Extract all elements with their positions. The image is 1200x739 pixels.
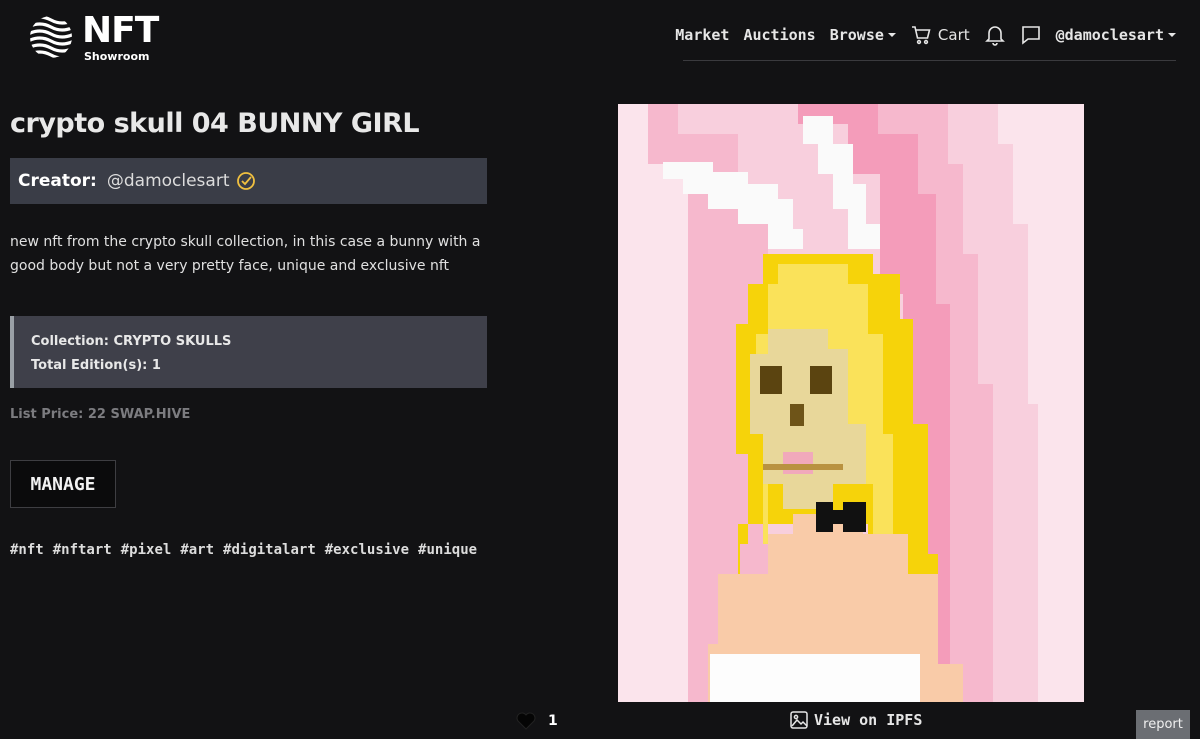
- verified-check-icon: [236, 172, 255, 190]
- nav-divider: [683, 60, 1176, 61]
- nft-title: crypto skull 04 BUNNY GIRL: [10, 108, 420, 139]
- collection-info-box: Collection: CRYPTO SKULLS Total Edition(…: [10, 316, 487, 388]
- creator-bar: Creator: @damoclesart: [10, 158, 487, 204]
- manage-button[interactable]: MANAGE: [10, 460, 116, 508]
- logo-tagline: Showroom: [84, 49, 150, 63]
- user-menu-label: @damoclesart: [1055, 26, 1164, 44]
- view-on-ipfs-link[interactable]: View on IPFS: [790, 711, 922, 729]
- creator-label: Creator:: [18, 171, 97, 191]
- wave-globe-icon: [30, 16, 72, 58]
- tag-link[interactable]: #art: [180, 542, 214, 558]
- tag-link[interactable]: #nft: [10, 542, 44, 558]
- total-editions: Total Edition(s): 1: [31, 358, 161, 373]
- image-icon: [790, 711, 808, 729]
- heart-icon: [516, 712, 536, 730]
- nav-browse-label: Browse: [829, 26, 884, 44]
- report-button[interactable]: report: [1136, 710, 1190, 739]
- nft-artwork-image[interactable]: [618, 104, 1084, 702]
- creator-handle: @damoclesart: [106, 171, 230, 191]
- logo-title: NFT: [82, 9, 159, 51]
- nft-description: new nft from the crypto skull collection…: [10, 234, 481, 274]
- chat-icon[interactable]: [1020, 24, 1042, 46]
- site-logo[interactable]: NFT Showroom: [28, 9, 159, 63]
- tag-link[interactable]: #pixel: [121, 542, 172, 558]
- ipfs-label: View on IPFS: [814, 711, 923, 729]
- creator-link[interactable]: @damoclesart: [107, 171, 256, 191]
- tag-link[interactable]: #exclusive: [325, 542, 409, 558]
- nav-auctions-link[interactable]: Auctions: [743, 26, 815, 44]
- nav-cart-link[interactable]: Cart: [910, 24, 970, 46]
- nav-cart-label: Cart: [937, 26, 970, 44]
- collection-name: Collection: CRYPTO SKULLS: [31, 334, 232, 349]
- tag-list: #nft #nftart #pixel #art #digitalart #ex…: [10, 542, 477, 558]
- tag-link[interactable]: #nftart: [53, 542, 112, 558]
- top-nav: Market Auctions Browse Cart @damoclesart: [675, 24, 1176, 46]
- like-count: 1: [548, 713, 558, 729]
- tag-link[interactable]: #digitalart: [223, 542, 316, 558]
- bell-icon[interactable]: [984, 24, 1006, 46]
- user-menu-dropdown[interactable]: @damoclesart: [1056, 26, 1176, 44]
- list-price: List Price: 22 SWAP.HIVE: [10, 407, 191, 422]
- like-button[interactable]: 1: [516, 712, 558, 730]
- cart-icon: [910, 24, 932, 46]
- nav-browse-dropdown[interactable]: Browse: [830, 26, 896, 44]
- nav-market-link[interactable]: Market: [675, 26, 729, 44]
- tag-link[interactable]: #unique: [418, 542, 477, 558]
